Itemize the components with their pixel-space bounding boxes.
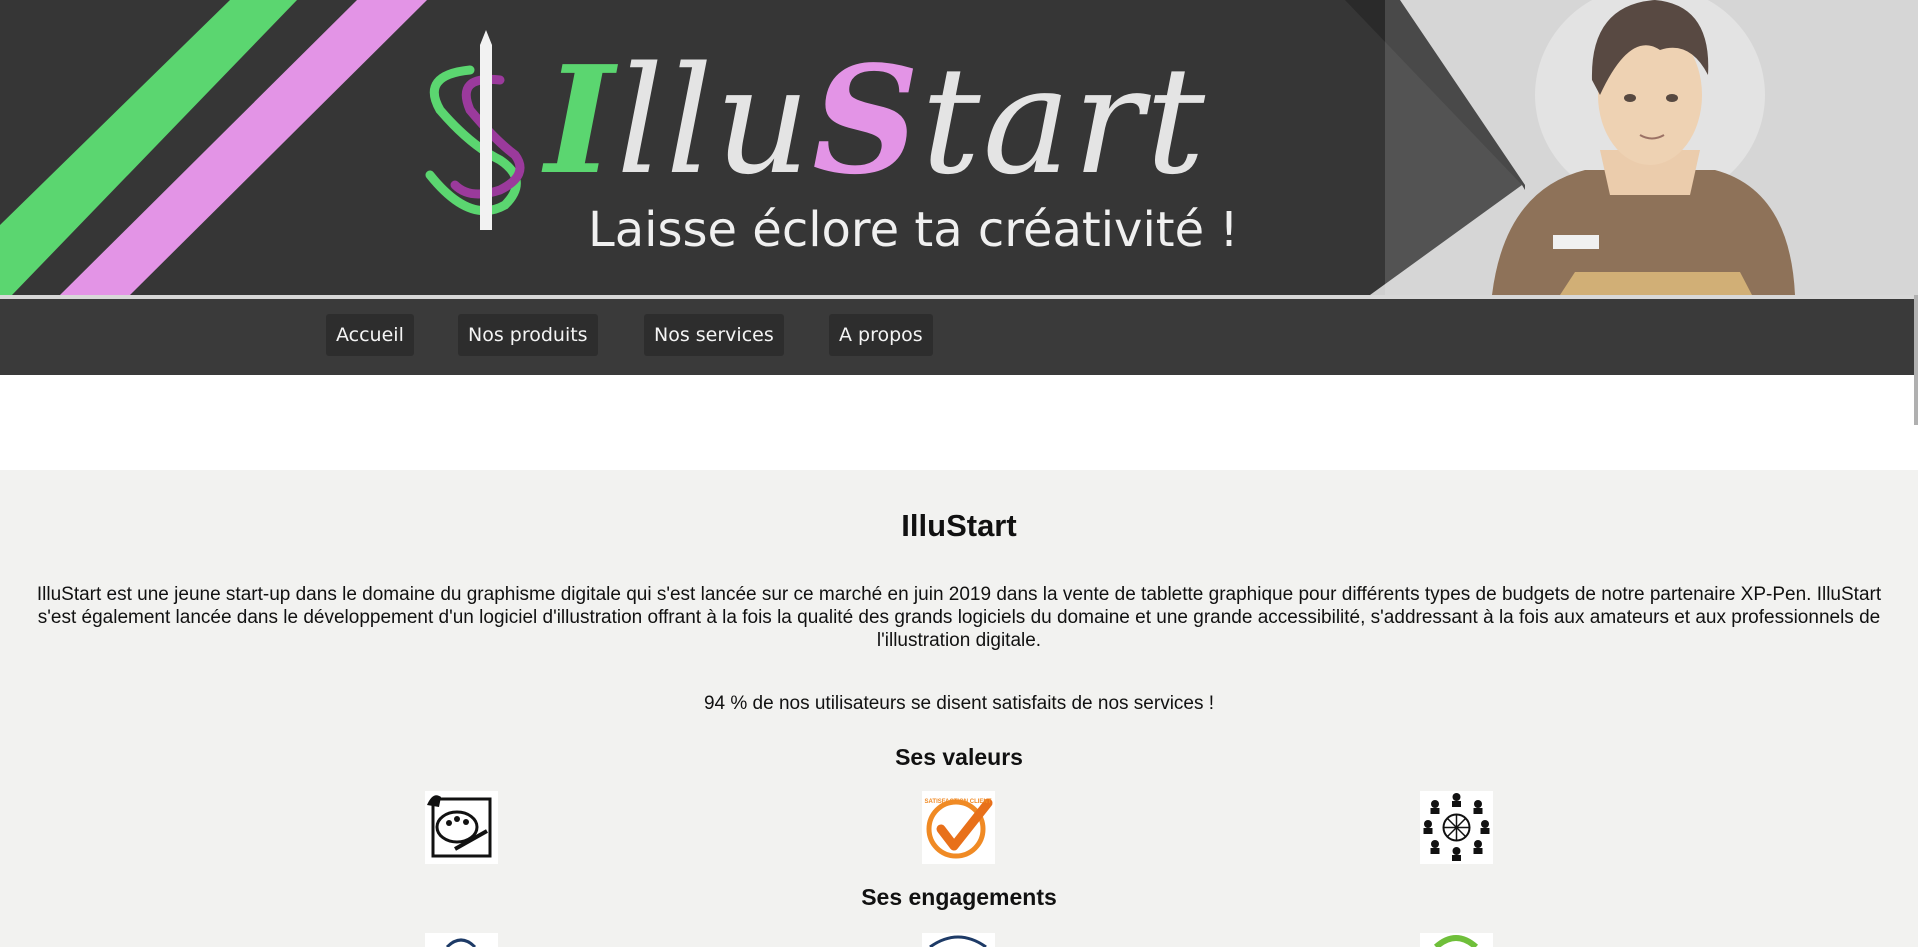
- logo-part-2: llu: [616, 35, 813, 207]
- satisfaction-stat: 94 % de nos utilisateurs se disent satis…: [703, 693, 1215, 714]
- spacer: [0, 375, 1918, 470]
- nav-item-a-propos[interactable]: A propos: [829, 314, 933, 356]
- logo-part-1: I: [545, 33, 617, 207]
- engagement-icon-1: [425, 933, 498, 947]
- values-title: Ses valeurs: [895, 744, 1023, 770]
- team-network-icon: [1420, 791, 1493, 864]
- logo-mark-icon: [425, 30, 525, 230]
- tagline: Laisse éclore ta créativité !: [588, 202, 1239, 258]
- page-title: IlluStart: [901, 508, 1017, 543]
- engagements-title: Ses engagements: [861, 884, 1057, 910]
- engagement-icon-2: [922, 933, 995, 947]
- satisfaction-badge-text: SATISFACTION CLIENT: [925, 799, 992, 805]
- pen-icon: [480, 30, 492, 230]
- logo-part-4: tart: [921, 35, 1208, 207]
- scrollbar[interactable]: [1914, 295, 1918, 425]
- palette-icon: [425, 791, 498, 864]
- intro-paragraph: IlluStart est une jeune start-up dans le…: [36, 584, 1882, 651]
- logo-wordmark: IlluStart: [545, 40, 1207, 201]
- engagement-icon-3: [1420, 933, 1493, 947]
- nav-item-services[interactable]: Nos services: [644, 314, 784, 356]
- nav-item-produits[interactable]: Nos produits: [458, 314, 598, 356]
- header-banner: IlluStart Laisse éclore ta créativité !: [0, 0, 1918, 295]
- main-nav: Accueil Nos produits Nos services A prop…: [0, 299, 1918, 375]
- nav-item-accueil[interactable]: Accueil: [326, 314, 414, 356]
- main-content: IlluStart IlluStart est une jeune start-…: [0, 470, 1918, 947]
- satisfaction-check-icon: SATISFACTION CLIENT: [922, 791, 995, 864]
- logo-part-3: S: [812, 33, 922, 207]
